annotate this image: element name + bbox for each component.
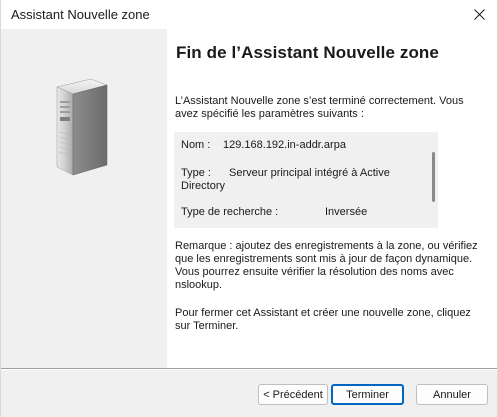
server-icon xyxy=(56,78,108,176)
page-title: Fin de l’Assistant Nouvelle zone xyxy=(176,43,439,62)
cancel-button[interactable]: Annuler xyxy=(416,384,488,405)
finish-button[interactable]: Terminer xyxy=(331,384,404,405)
settings-summary[interactable]: Nom : 129.168.192.in-addr.arpa Type : Se… xyxy=(174,132,438,228)
summary-name-label: Nom : xyxy=(181,139,211,151)
title-bar[interactable]: Assistant Nouvelle zone xyxy=(1,0,497,29)
intro-text: L’Assistant Nouvelle zone s’est terminé … xyxy=(175,95,464,120)
back-button[interactable]: < Précédent xyxy=(258,384,328,405)
window-title: Assistant Nouvelle zone xyxy=(11,7,150,22)
summary-lookup-value: Inversée xyxy=(325,206,368,218)
summary-type-label: Type : xyxy=(181,167,211,179)
summary-name-value: 129.168.192.in-addr.arpa xyxy=(223,139,346,151)
remark-text: Remarque : ajoutez des enregistrements à… xyxy=(175,240,478,291)
close-button[interactable] xyxy=(467,3,491,25)
summary-type-value-cont: Directory xyxy=(181,180,226,192)
wizard-window: Assistant Nouvelle zone Fin de l’Assista… xyxy=(0,0,498,417)
summary-type-value: Serveur principal intégré à Active xyxy=(229,167,390,179)
summary-scrollbar[interactable] xyxy=(432,152,435,202)
closing-text: Pour fermer cet Assistant et créer une n… xyxy=(175,307,471,332)
footer-divider-highlight xyxy=(1,369,497,370)
wizard-content: Fin de l’Assistant Nouvelle zone L’Assis… xyxy=(167,29,497,368)
close-icon xyxy=(473,8,485,20)
wizard-side-panel xyxy=(1,29,167,368)
summary-lookup-label: Type de recherche : xyxy=(181,206,279,218)
